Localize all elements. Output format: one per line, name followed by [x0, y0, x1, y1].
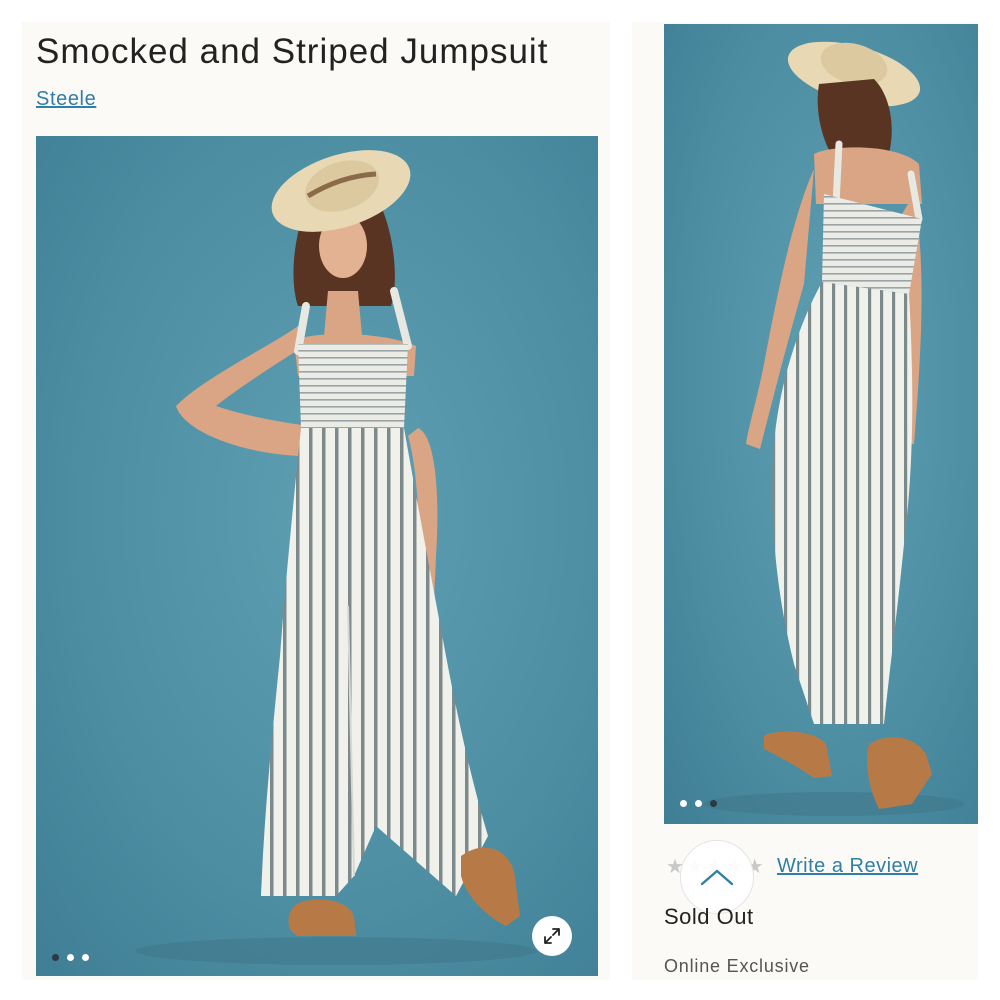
chevron-up-icon — [700, 869, 734, 886]
product-image-alt[interactable] — [664, 24, 978, 824]
brand-link[interactable]: Steele — [36, 88, 96, 111]
expand-arrows-icon — [544, 928, 560, 944]
product-title: Smocked and Striped Jumpsuit — [36, 32, 549, 71]
carousel-dot-3[interactable] — [82, 954, 89, 961]
carousel-dot-2[interactable] — [67, 954, 74, 961]
alt-carousel-dot-3[interactable] — [710, 800, 717, 807]
image-carousel-dots — [52, 954, 89, 961]
alt-carousel-dot-1[interactable] — [680, 800, 687, 807]
alt-image-carousel-dots — [680, 800, 717, 807]
carousel-dot-1[interactable] — [52, 954, 59, 961]
scroll-to-top-button[interactable] — [680, 840, 754, 914]
model-front-illustration — [136, 150, 536, 965]
expand-image-button[interactable] — [532, 916, 572, 956]
availability-label: Online Exclusive — [664, 956, 810, 976]
stock-status: Sold Out — [664, 904, 754, 929]
model-back-illustration — [704, 41, 964, 816]
product-side-panel: ★ ★ ★ ★ ★ Write a Review Sold Out Online… — [632, 22, 978, 980]
product-image-main[interactable] — [36, 136, 598, 976]
alt-carousel-dot-2[interactable] — [695, 800, 702, 807]
write-review-link[interactable]: Write a Review — [777, 855, 918, 878]
product-main-panel: Smocked and Striped Jumpsuit Steele — [22, 22, 610, 980]
